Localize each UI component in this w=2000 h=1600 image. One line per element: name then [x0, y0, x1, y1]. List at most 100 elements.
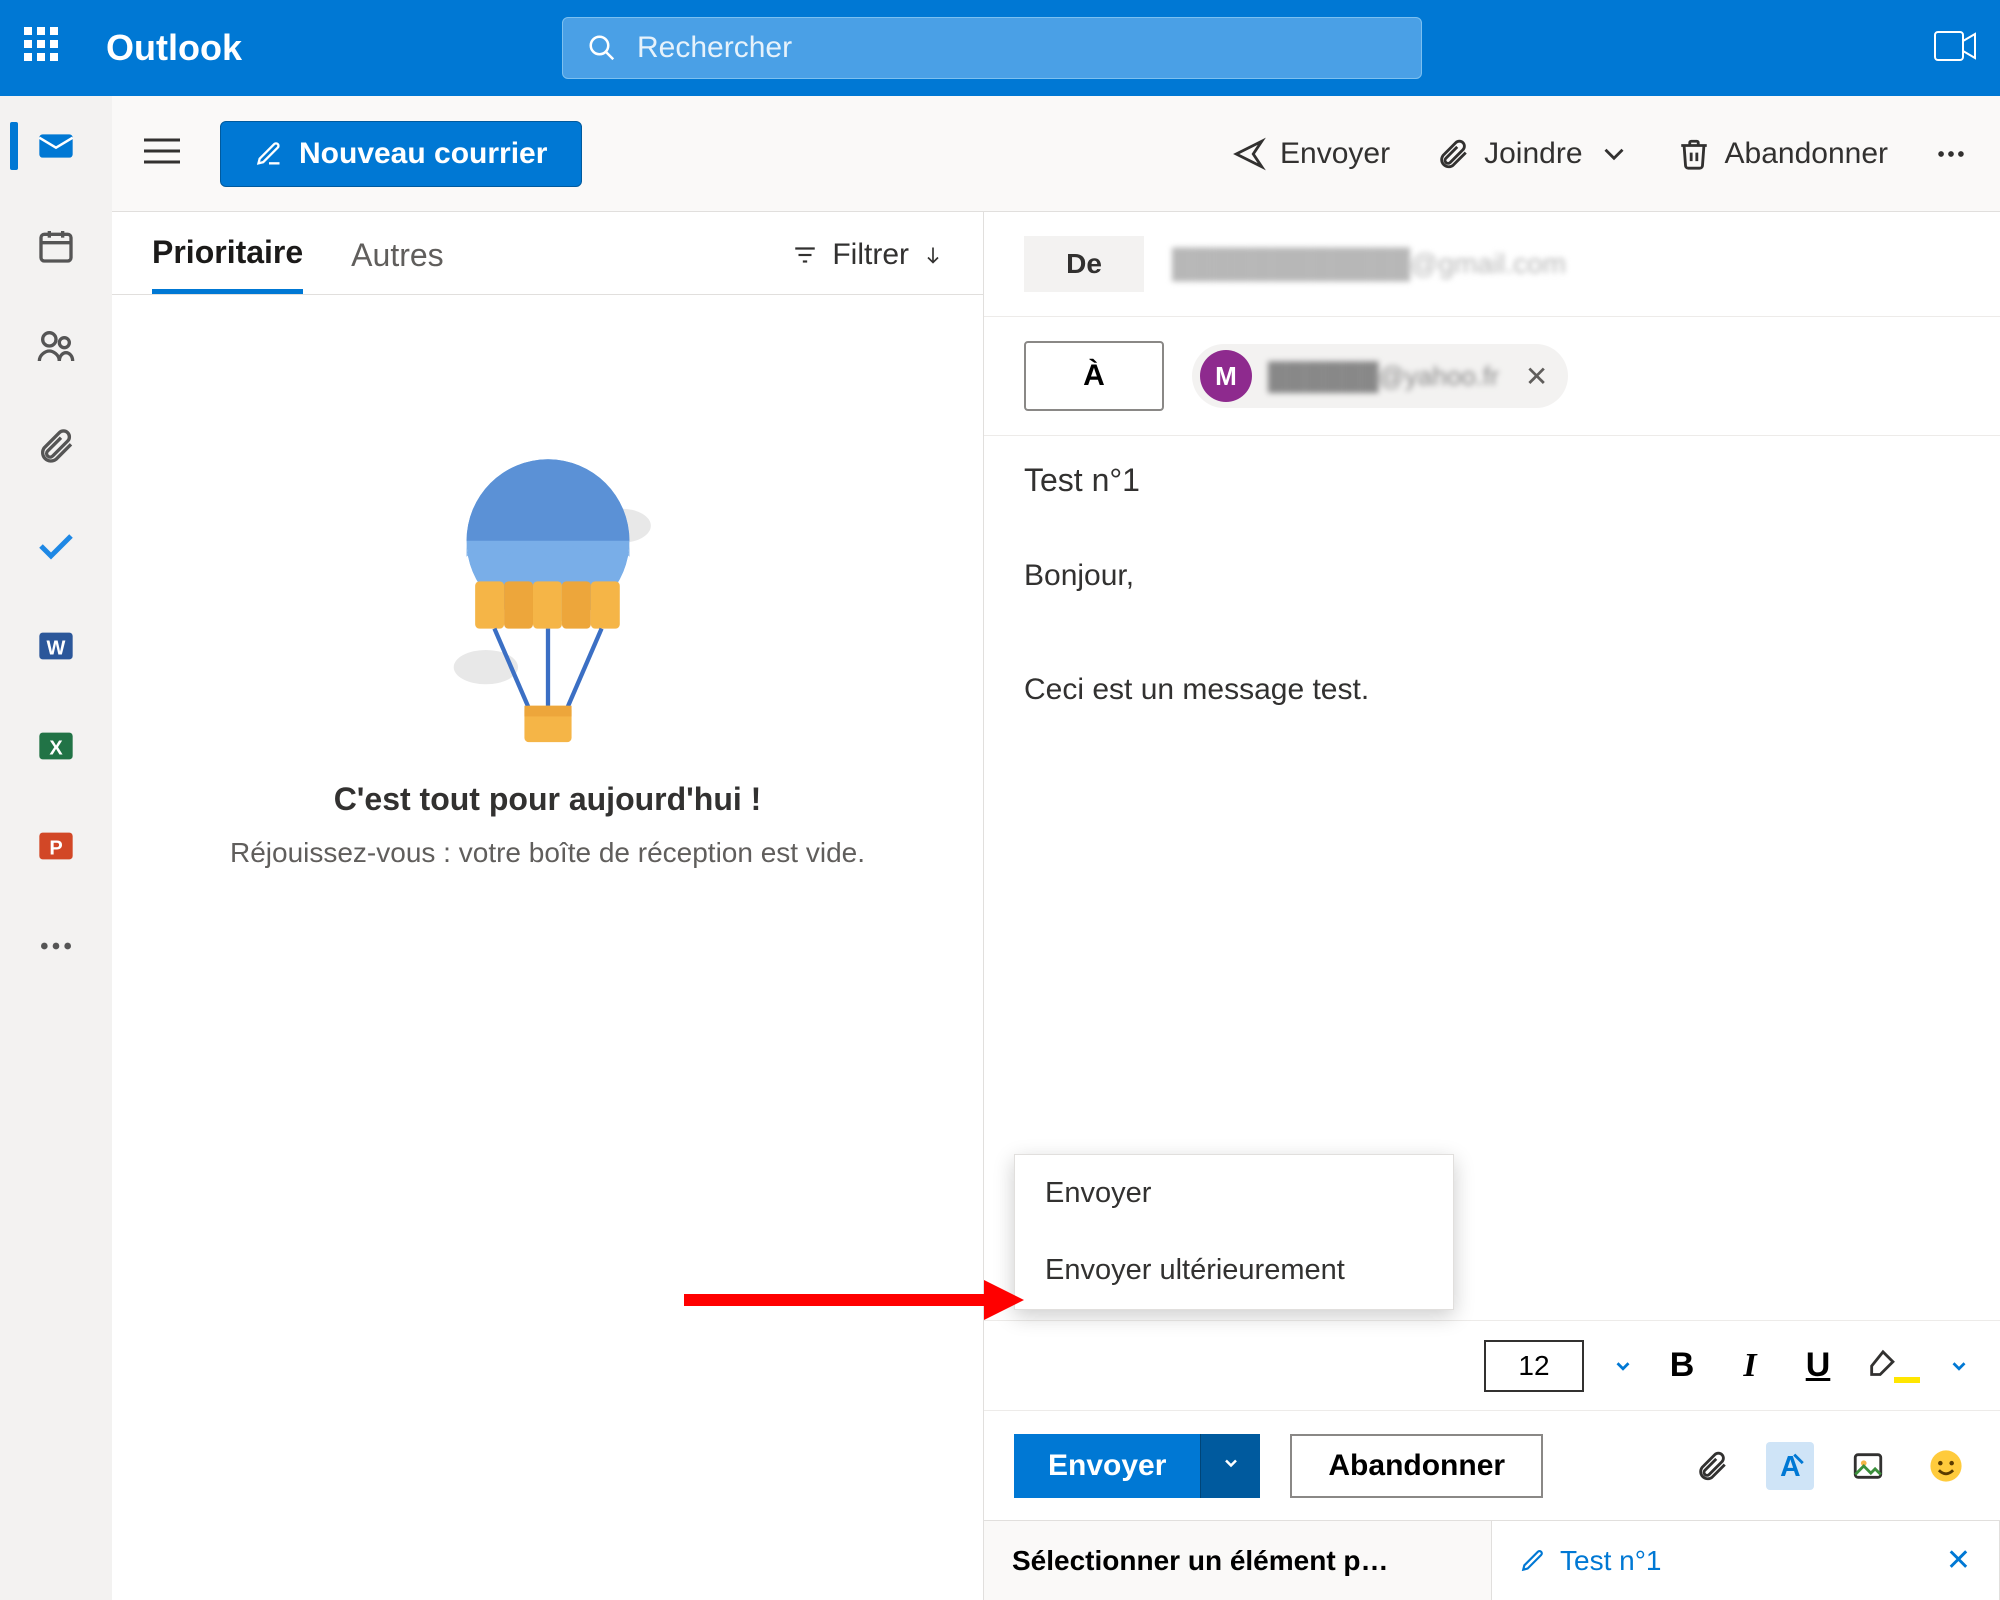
compose-action-bar: Envoyer Abandonner A	[984, 1410, 2000, 1520]
highlight-chevron-icon[interactable]	[1948, 1355, 1970, 1377]
people-icon	[36, 326, 76, 366]
format-toolbar: 12 B I U	[984, 1320, 2000, 1410]
word-icon: W	[36, 626, 76, 666]
rail-calendar[interactable]	[28, 224, 84, 268]
excel-icon: X	[36, 726, 76, 766]
subject-field[interactable]: Test n°1	[984, 436, 2000, 525]
more-icon	[36, 926, 76, 966]
hamburger-icon	[144, 137, 180, 165]
search-box[interactable]	[562, 17, 1422, 79]
empty-subtitle: Réjouissez-vous : votre boîte de récepti…	[230, 832, 865, 874]
insert-image-button[interactable]	[1844, 1442, 1892, 1490]
emoji-button[interactable]	[1922, 1442, 1970, 1490]
emoji-icon	[1929, 1449, 1963, 1483]
filter-label: Filtrer	[832, 238, 909, 272]
rail-word[interactable]: W	[28, 624, 84, 668]
cmd-more[interactable]	[1934, 137, 1968, 171]
compose-pane: De ████████████@gmail.com À M ██████@yah…	[984, 212, 2000, 1600]
rail-people[interactable]	[28, 324, 84, 368]
attachment-icon	[36, 426, 76, 466]
reading-tabstrip: Sélectionner un élément p… Test n°1 ✕	[984, 1520, 2000, 1600]
trash-icon	[1677, 137, 1711, 171]
image-icon	[1851, 1449, 1885, 1483]
font-size-chevron-icon[interactable]	[1612, 1355, 1634, 1377]
to-button[interactable]: À	[1024, 341, 1164, 411]
nav-toggle[interactable]	[144, 137, 180, 170]
send-now-option[interactable]: Envoyer	[1015, 1155, 1453, 1232]
edit-icon	[1520, 1548, 1546, 1574]
from-row: De ████████████@gmail.com	[984, 212, 2000, 317]
calendar-icon	[36, 226, 76, 266]
app-title: Outlook	[106, 27, 242, 69]
tab-other[interactable]: Autres	[351, 237, 443, 292]
close-tab-icon[interactable]: ✕	[1946, 1543, 1971, 1578]
svg-text:W: W	[47, 637, 66, 659]
chevron-down-icon	[1597, 137, 1631, 171]
todo-icon	[36, 526, 76, 566]
powerpoint-icon: P	[36, 826, 76, 866]
rail-powerpoint[interactable]: P	[28, 824, 84, 868]
rail-files[interactable]	[28, 424, 84, 468]
sort-arrow-icon	[923, 242, 943, 268]
send-later-option[interactable]: Envoyer ultérieurement	[1015, 1232, 1453, 1309]
reading-tab-placeholder[interactable]: Sélectionner un élément p…	[984, 1521, 1492, 1600]
from-value: ████████████@gmail.com	[1172, 248, 1566, 280]
to-row: À M ██████@yahoo.fr ✕	[984, 317, 2000, 436]
send-split-button: Envoyer	[1014, 1434, 1260, 1498]
send-options-menu: Envoyer Envoyer ultérieurement	[1014, 1154, 1454, 1310]
meet-now-icon[interactable]	[1934, 31, 1976, 66]
cmd-attach-label: Joindre	[1484, 137, 1582, 171]
balloon-illustration	[438, 455, 658, 755]
paperclip-icon	[1695, 1449, 1729, 1483]
underline-button[interactable]: U	[1798, 1346, 1838, 1385]
text-format-toggle[interactable]: A	[1766, 1442, 1814, 1490]
cmd-attach[interactable]: Joindre	[1436, 137, 1630, 171]
svg-text:A: A	[1780, 1450, 1800, 1482]
mail-icon	[36, 126, 76, 166]
reading-tab-label: Test n°1	[1560, 1545, 1661, 1577]
search-icon	[587, 33, 617, 63]
module-rail: W X P	[0, 96, 112, 1600]
rail-todo[interactable]	[28, 524, 84, 568]
svg-text:P: P	[49, 837, 62, 859]
rail-more[interactable]	[28, 924, 84, 968]
highlight-button[interactable]	[1866, 1349, 1920, 1383]
new-mail-button[interactable]: Nouveau courrier	[220, 121, 582, 187]
inbox-tabs: Prioritaire Autres Filtrer	[112, 212, 983, 295]
search-input[interactable]	[637, 31, 1397, 65]
font-size-box[interactable]: 12	[1484, 1340, 1584, 1392]
discard-button[interactable]: Abandonner	[1290, 1434, 1543, 1498]
message-list-pane: Prioritaire Autres Filtrer	[112, 212, 984, 1600]
empty-title: C'est tout pour aujourd'hui !	[334, 781, 762, 818]
rail-mail[interactable]	[28, 124, 84, 168]
send-button[interactable]: Envoyer	[1014, 1434, 1200, 1498]
attach-inline-button[interactable]	[1688, 1442, 1736, 1490]
cmd-discard-label: Abandonner	[1725, 137, 1888, 171]
paperclip-icon	[1436, 137, 1470, 171]
command-bar: Nouveau courrier Envoyer Joindre Abandon…	[112, 96, 2000, 212]
recipient-chip[interactable]: M ██████@yahoo.fr ✕	[1192, 344, 1568, 408]
tab-focused[interactable]: Prioritaire	[152, 234, 303, 294]
new-mail-label: Nouveau courrier	[299, 137, 547, 171]
ellipsis-icon	[1934, 137, 1968, 171]
italic-button[interactable]: I	[1730, 1347, 1770, 1385]
send-dropdown-button[interactable]	[1200, 1434, 1260, 1498]
filter-button[interactable]: Filtrer	[792, 238, 943, 290]
recipient-avatar: M	[1200, 350, 1252, 402]
cmd-send[interactable]: Envoyer	[1232, 137, 1390, 171]
send-icon	[1232, 137, 1266, 171]
cmd-discard[interactable]: Abandonner	[1677, 137, 1888, 171]
reading-tab-draft[interactable]: Test n°1 ✕	[1492, 1521, 2000, 1600]
filter-icon	[792, 242, 818, 268]
svg-text:X: X	[49, 737, 63, 759]
bold-button[interactable]: B	[1662, 1346, 1702, 1385]
app-launcher-icon[interactable]	[24, 27, 66, 69]
body-line: Bonjour,	[1024, 547, 1960, 604]
empty-inbox: C'est tout pour aujourd'hui ! Réjouissez…	[112, 295, 983, 1600]
chevron-down-icon	[1221, 1453, 1241, 1473]
from-label[interactable]: De	[1024, 236, 1144, 292]
rail-excel[interactable]: X	[28, 724, 84, 768]
remove-recipient-icon[interactable]: ✕	[1525, 360, 1548, 393]
recipient-email: ██████@yahoo.fr	[1268, 361, 1499, 392]
reading-tab-label: Sélectionner un élément p…	[1012, 1545, 1389, 1577]
